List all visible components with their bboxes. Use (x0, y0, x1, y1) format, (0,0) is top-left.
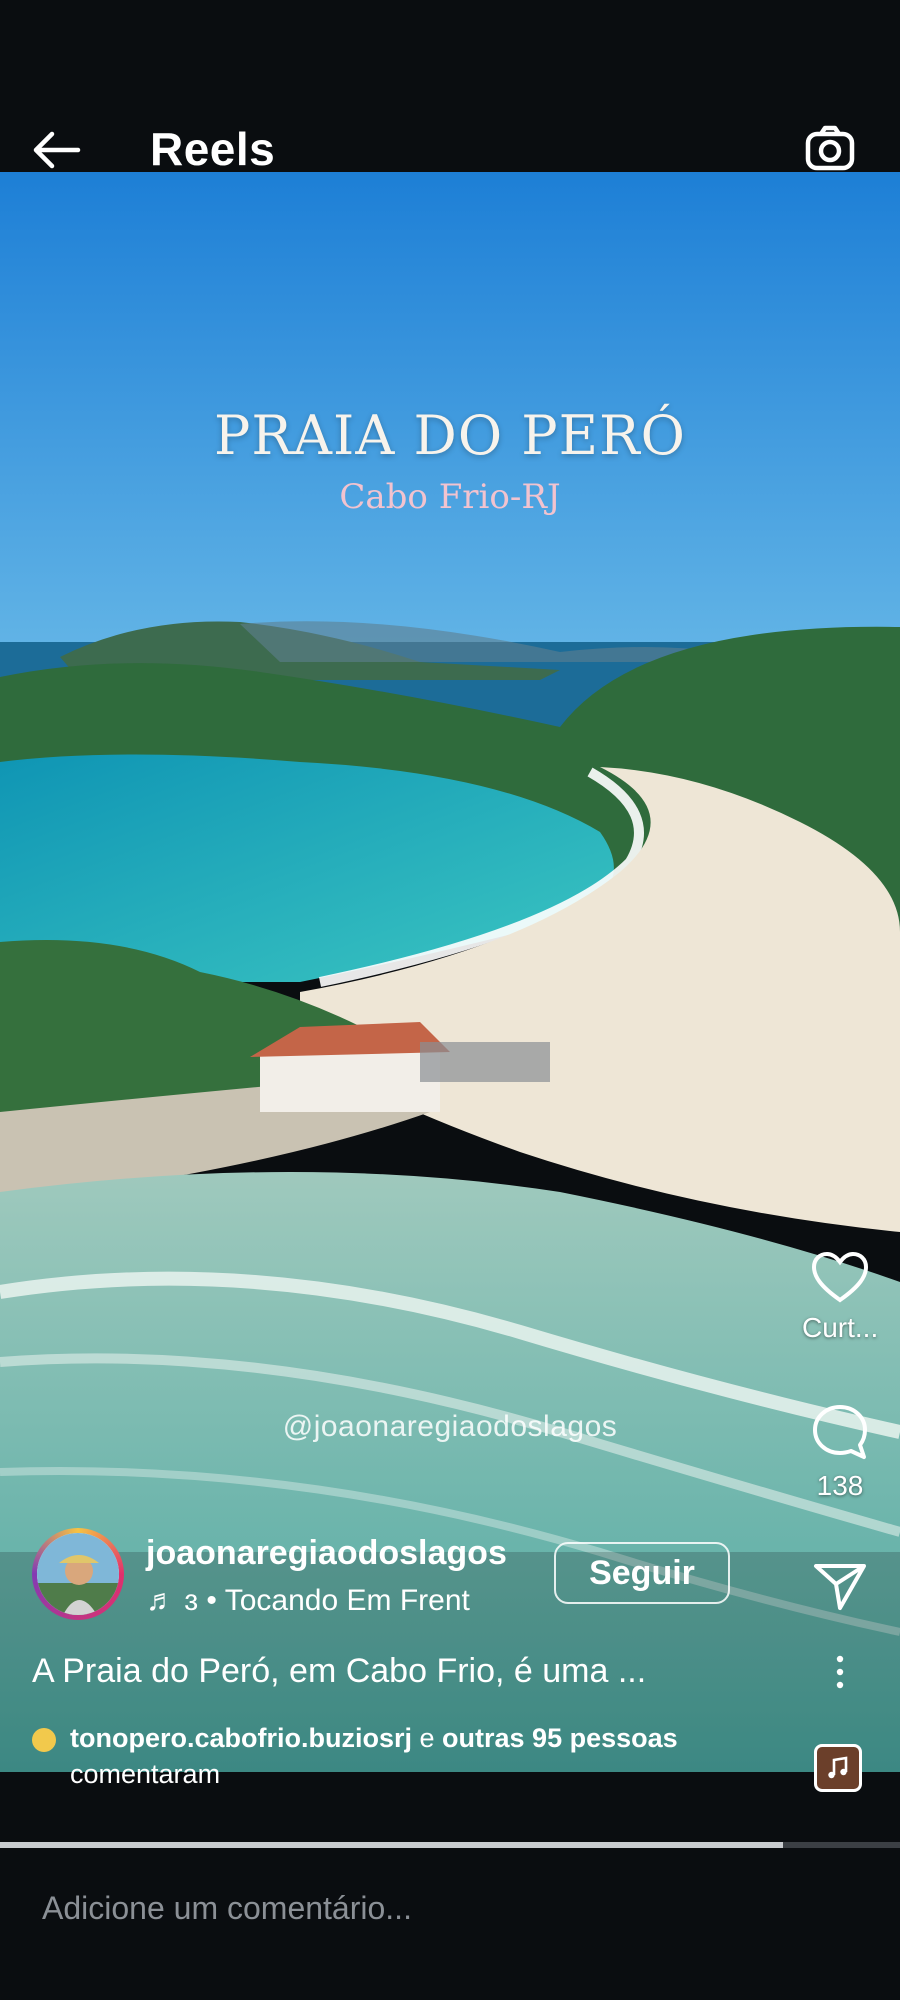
video-watermark: @joaonaregiaodoslagos (282, 1410, 618, 1443)
more-vertical-icon (836, 1655, 844, 1689)
comment-button[interactable]: 138 (802, 1402, 878, 1502)
comments-summary[interactable]: tonopero.cabofrio.buziosrj e outras 95 p… (32, 1720, 792, 1792)
back-arrow-icon (33, 131, 81, 169)
comment-bubble-icon (813, 1405, 867, 1459)
share-button[interactable] (802, 1560, 878, 1612)
username-link[interactable]: joaonaregiaodoslagos (146, 1534, 507, 1573)
follow-button[interactable]: Seguir (554, 1542, 730, 1604)
video-overlay-subtitle: Cabo Frio-RJ (339, 477, 561, 517)
author-row: joaonaregiaodoslagos ♬ ɜ • Tocando Em Fr… (32, 1528, 752, 1628)
like-label: Curt... (802, 1312, 879, 1343)
music-info[interactable]: ♬ ɜ • Tocando Em Frent (146, 1584, 470, 1618)
heart-icon (811, 1251, 869, 1303)
video-overlay-title: PRAIA DO PERÓ (214, 404, 686, 467)
like-button[interactable]: Curt... (802, 1250, 878, 1344)
comments-connector: e (412, 1723, 443, 1753)
send-icon (814, 1564, 866, 1610)
avatar-photo (37, 1533, 119, 1615)
page-title: Reels (150, 123, 276, 175)
camera-icon (805, 125, 855, 171)
back-button[interactable] (28, 128, 88, 178)
avatar[interactable] (32, 1528, 124, 1620)
more-options-button[interactable] (802, 1654, 878, 1690)
top-bar: Reels (0, 0, 900, 175)
video-progress-bar[interactable] (0, 1842, 900, 1848)
comment-input[interactable]: Adicione um comentário... (42, 1890, 412, 1927)
camera-button[interactable] (804, 124, 860, 176)
comment-count: 138 (816, 1470, 864, 1501)
comments-others: outras 95 pessoas (442, 1723, 678, 1753)
commenter-avatar (32, 1727, 56, 1752)
comments-tail: comentaram (70, 1759, 221, 1789)
commenter-username: tonopero.cabofrio.buziosrj (70, 1723, 412, 1753)
audio-thumbnail-button[interactable] (814, 1744, 862, 1792)
music-note-icon (828, 1756, 848, 1779)
post-caption[interactable]: A Praia do Peró, em Cabo Frio, é uma ... (32, 1652, 646, 1691)
video-progress-fill (0, 1842, 783, 1848)
